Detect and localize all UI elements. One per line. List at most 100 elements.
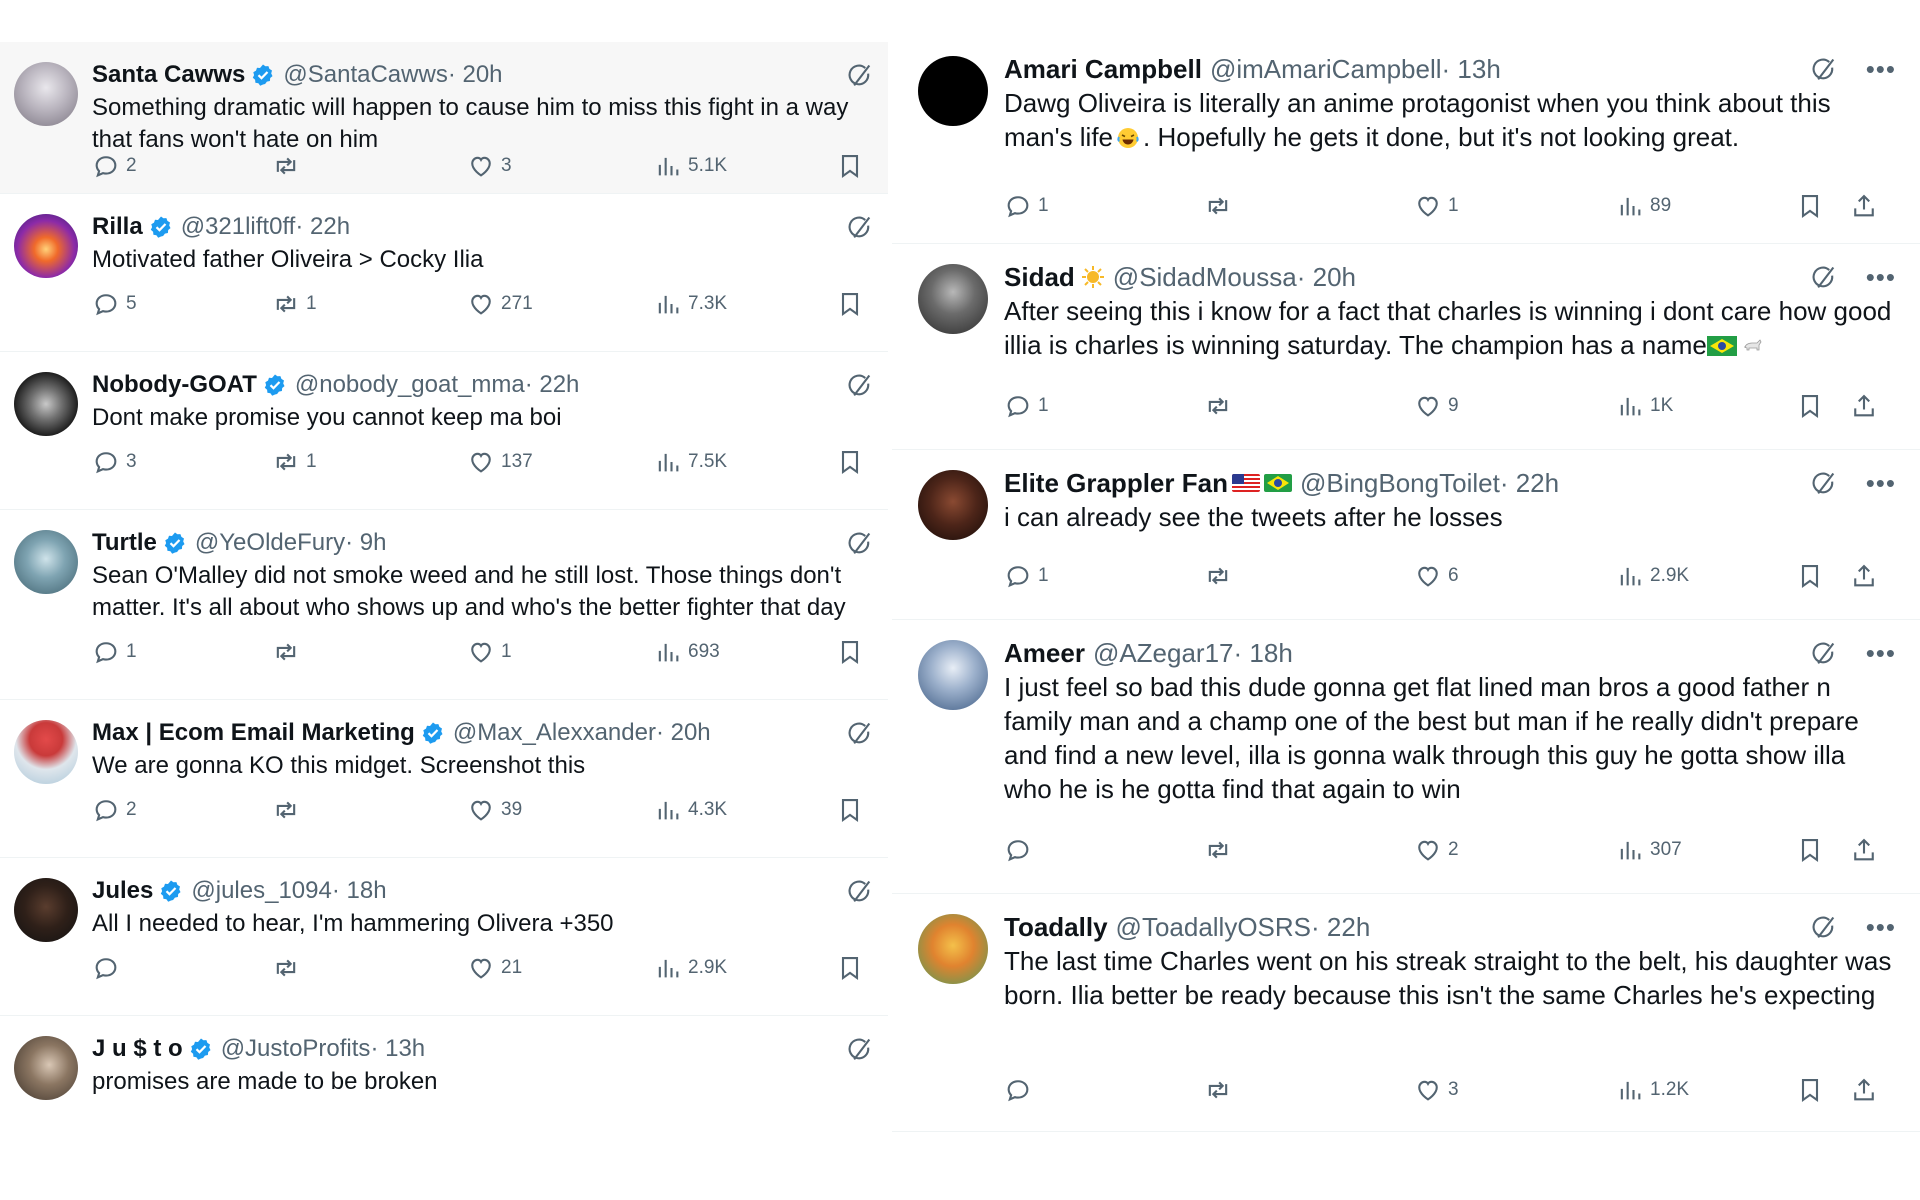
reply-button[interactable]: 3 <box>92 448 137 476</box>
reply-button[interactable]: 1 <box>1004 392 1049 420</box>
repost-button[interactable] <box>1204 192 1238 220</box>
bookmark-button[interactable] <box>836 954 864 982</box>
bookmark-button[interactable] <box>836 796 864 824</box>
timestamp[interactable]: · 20h <box>448 60 503 90</box>
bookmark-button[interactable] <box>1796 192 1824 220</box>
author-name[interactable]: Amari Campbell <box>1004 54 1202 84</box>
grok-icon[interactable] <box>846 62 874 90</box>
author-name[interactable]: Santa Cawws <box>92 60 245 90</box>
avatar[interactable] <box>918 56 988 126</box>
views-button[interactable]: 89 <box>1616 192 1671 220</box>
author-name[interactable]: Jules <box>92 876 153 906</box>
like-button[interactable]: 39 <box>467 796 522 824</box>
bookmark-button[interactable] <box>836 290 864 318</box>
tweet[interactable]: J u $ t o @JustoProfits · 13h promises a… <box>0 1016 888 1136</box>
grok-icon[interactable] <box>1810 640 1838 668</box>
reply-button[interactable] <box>1004 1076 1038 1104</box>
share-button[interactable] <box>1850 836 1878 864</box>
timestamp[interactable]: · 18h <box>1234 638 1293 668</box>
more-icon[interactable]: ••• <box>1866 54 1896 85</box>
tweet[interactable]: Rilla @321lift0ff · 22h Motivated father… <box>0 194 888 352</box>
author-name[interactable]: Max | Ecom Email Marketing <box>92 718 415 748</box>
author-name[interactable]: J u $ t o <box>92 1034 183 1064</box>
grok-icon[interactable] <box>846 372 874 400</box>
tweet[interactable]: Turtle @YeOldeFury · 9h Sean O'Malley di… <box>0 510 888 700</box>
views-button[interactable]: 307 <box>1616 836 1682 864</box>
share-button[interactable] <box>1850 392 1878 420</box>
author-handle[interactable]: @nobody_goat_mma <box>295 370 525 400</box>
bookmark-button[interactable] <box>1796 392 1824 420</box>
timestamp[interactable]: · 18h <box>332 876 387 906</box>
repost-button[interactable] <box>272 638 306 666</box>
views-button[interactable]: 693 <box>654 638 720 666</box>
author-name[interactable]: Nobody-GOAT <box>92 370 257 400</box>
views-button[interactable]: 2.9K <box>1616 562 1689 590</box>
timestamp[interactable]: · 22h <box>1311 912 1370 942</box>
tweet[interactable]: Max | Ecom Email Marketing @Max_Alexxand… <box>0 700 888 858</box>
bookmark-button[interactable] <box>1796 562 1824 590</box>
timestamp[interactable]: · 22h <box>295 212 350 242</box>
like-button[interactable]: 6 <box>1414 562 1459 590</box>
reply-button[interactable] <box>92 954 126 982</box>
repost-button[interactable]: 1 <box>272 290 317 318</box>
author-name[interactable]: Ameer <box>1004 638 1085 668</box>
share-button[interactable] <box>1850 192 1878 220</box>
author-name[interactable]: Sidad <box>1004 262 1075 292</box>
tweet[interactable]: Nobody-GOAT @nobody_goat_mma · 22h Dont … <box>0 352 888 510</box>
timestamp[interactable]: · 20h <box>1297 262 1356 292</box>
like-button[interactable]: 3 <box>1414 1076 1459 1104</box>
avatar[interactable] <box>14 1036 78 1100</box>
author-handle[interactable]: @SantaCawws <box>283 60 447 90</box>
repost-button[interactable] <box>1204 836 1238 864</box>
grok-icon[interactable] <box>1810 914 1838 942</box>
like-button[interactable]: 137 <box>467 448 533 476</box>
repost-button[interactable] <box>272 954 306 982</box>
like-button[interactable]: 21 <box>467 954 522 982</box>
grok-icon[interactable] <box>1810 56 1838 84</box>
grok-icon[interactable] <box>846 214 874 242</box>
share-button[interactable] <box>1850 1076 1878 1104</box>
avatar[interactable] <box>918 640 988 710</box>
more-icon[interactable]: ••• <box>1866 912 1896 943</box>
reply-button[interactable]: 2 <box>92 796 137 824</box>
tweet[interactable]: Jules @jules_1094 · 18h All I needed to … <box>0 858 888 1016</box>
avatar[interactable] <box>918 470 988 540</box>
author-handle[interactable]: @imAmariCampbell <box>1210 54 1442 84</box>
timestamp[interactable]: · 9h <box>345 528 386 558</box>
avatar[interactable] <box>14 62 78 126</box>
author-handle[interactable]: @AZegar17 <box>1093 638 1234 668</box>
share-button[interactable] <box>1850 562 1878 590</box>
bookmark-button[interactable] <box>836 448 864 476</box>
avatar[interactable] <box>14 720 78 784</box>
repost-button[interactable] <box>1204 392 1238 420</box>
views-button[interactable]: 1K <box>1616 392 1673 420</box>
grok-icon[interactable] <box>846 1036 874 1064</box>
reply-button[interactable]: 1 <box>1004 562 1049 590</box>
grok-icon[interactable] <box>846 720 874 748</box>
reply-button[interactable] <box>1004 836 1038 864</box>
author-handle[interactable]: @321lift0ff <box>181 212 296 242</box>
tweet[interactable]: Ameer @AZegar17 · 18h ••• I just feel so… <box>892 620 1920 894</box>
timestamp[interactable]: · 22h <box>1500 468 1559 498</box>
repost-button[interactable] <box>1204 562 1238 590</box>
views-button[interactable]: 2.9K <box>654 954 727 982</box>
timestamp[interactable]: · 20h <box>656 718 711 748</box>
views-button[interactable]: 4.3K <box>654 796 727 824</box>
more-icon[interactable]: ••• <box>1866 262 1896 293</box>
bookmark-button[interactable] <box>836 638 864 666</box>
grok-icon[interactable] <box>846 530 874 558</box>
timestamp[interactable]: · 22h <box>525 370 580 400</box>
views-button[interactable]: 7.3K <box>654 290 727 318</box>
author-name[interactable]: Toadally <box>1004 912 1108 942</box>
grok-icon[interactable] <box>1810 470 1838 498</box>
author-handle[interactable]: @YeOldeFury <box>195 528 345 558</box>
bookmark-button[interactable] <box>836 152 864 180</box>
timestamp[interactable]: · 13h <box>1442 54 1501 84</box>
reply-button[interactable]: 1 <box>1004 192 1049 220</box>
tweet[interactable]: Santa Cawws @SantaCawws · 20h Something … <box>0 42 888 194</box>
grok-icon[interactable] <box>846 878 874 906</box>
tweet[interactable]: Amari Campbell @imAmariCampbell · 13h ••… <box>892 36 1920 244</box>
author-handle[interactable]: @jules_1094 <box>191 876 331 906</box>
avatar[interactable] <box>14 372 78 436</box>
avatar[interactable] <box>14 214 78 278</box>
